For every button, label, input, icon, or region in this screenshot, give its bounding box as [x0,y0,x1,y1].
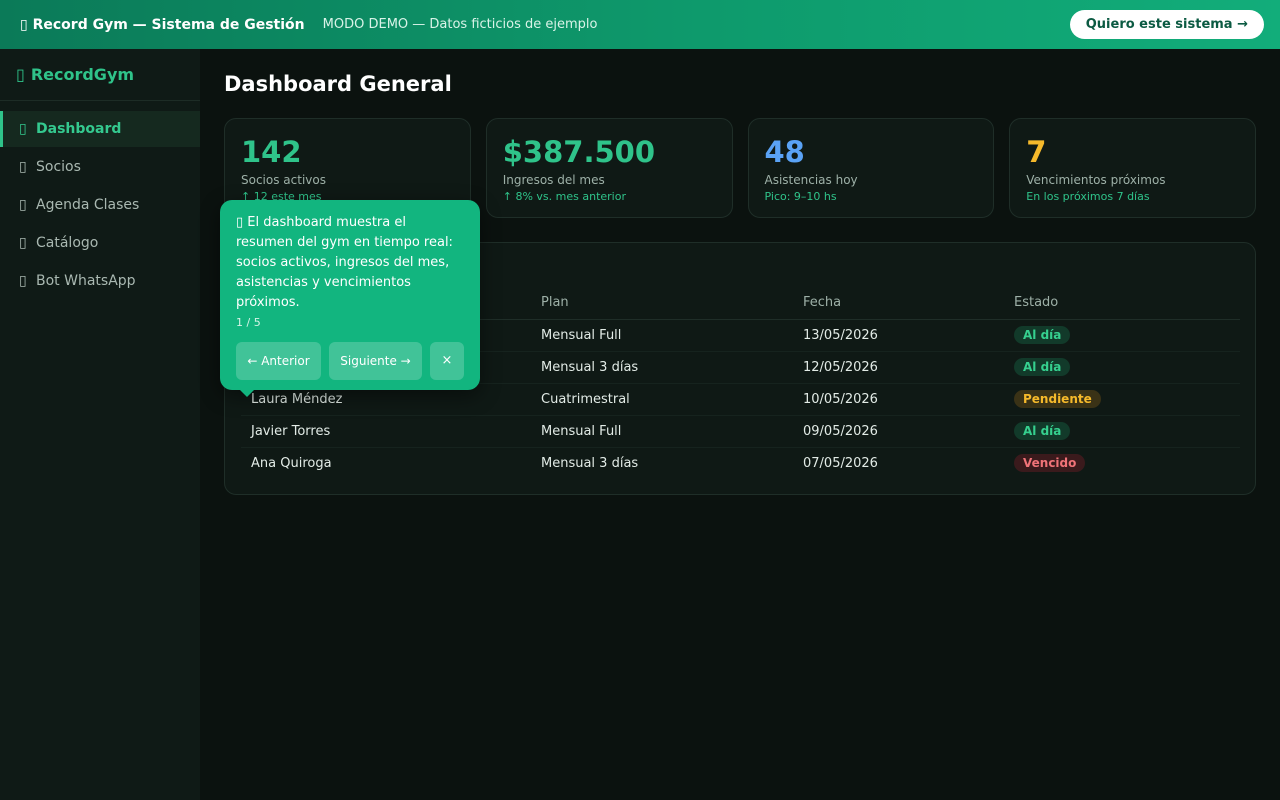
cell-name: Javier Torres [241,415,531,448]
tour-step-counter: 1 / 5 [236,316,261,329]
sidebar-item-label: Catálogo [36,235,99,251]
cell-status: Al día [1004,319,1240,352]
cell-date: 12/05/2026 [793,351,1004,384]
status-badge: Vencido [1014,454,1086,473]
cell-date: 13/05/2026 [793,319,1004,352]
sidebar-item-agenda-clases[interactable]: ▯ Agenda Clases [0,187,200,223]
sidebar-item-dashboard[interactable]: ▯ Dashboard [0,111,200,147]
column-header-date: Fecha [793,287,1004,320]
cell-plan: Cuatrimestral [531,383,793,416]
tour-previous-button[interactable]: ← Anterior [236,342,321,380]
sidebar-item-catalogo[interactable]: ▯ Catálogo [0,225,200,261]
chart-icon: ▯ [236,215,244,230]
brand-dumbbell-icon: ▯ [16,65,25,84]
dumbbell-icon: ▯ [20,16,28,33]
stat-value: 142 [241,135,302,169]
stat-sub: Pico: 9–10 hs [764,190,837,203]
column-header-plan: Plan [531,287,793,320]
sidebar-item-label: Dashboard [36,121,122,137]
top-bar: ▯ Record Gym — Sistema de Gestión MODO D… [0,0,1280,49]
stat-label: Asistencias hoy [764,173,858,187]
cell-status: Vencido [1004,447,1240,479]
users-icon: ▯ [19,159,27,175]
status-badge: Al día [1014,422,1071,440]
sidebar-item-label: Socios [36,159,81,175]
calendar-icon: ▯ [19,197,27,213]
sidebar-item-label: Agenda Clases [36,197,140,213]
cell-plan: Mensual Full [531,319,793,352]
sidebar-brand: ▯ RecordGym [0,49,200,101]
dashboard-icon: ▯ [19,121,27,137]
cell-date: 07/05/2026 [803,455,878,471]
column-header-status: Estado [1004,287,1240,320]
stat-card-monthly-income: $387.500 Ingresos del mes ↑ 8% vs. mes a… [485,118,733,218]
cell-status: Al día [1004,415,1240,448]
stat-card-attendance-today: 48 Asistencias hoy Pico: 9–10 hs [747,118,995,218]
stat-value: $387.500 [502,135,656,169]
stat-label: Vencimientos próximos [1026,173,1166,187]
cell-name: Ana Quiroga [251,455,332,471]
stat-label: Ingresos del mes [502,173,605,187]
cell-plan: Mensual 3 días [531,351,793,384]
sidebar: ▯ RecordGym ▯ Dashboard ▯ Socios ▯ Agend… [0,49,200,800]
cell-date: 10/05/2026 [793,383,1004,416]
stat-label: Socios activos [241,173,326,187]
tour-tooltip: ▯ El dashboard muestra el resumen del gy… [220,200,480,397]
page-title: Dashboard General [224,72,452,96]
tour-message-text: El dashboard muestra el resumen del gym … [236,215,453,310]
cell-status: Pendiente [1004,383,1240,416]
cell-plan: Mensual 3 días [541,455,639,471]
demo-notice: MODO DEMO — Datos ficticios de ejemplo [322,17,598,32]
stat-sub: ↑ 8% vs. mes anterior [502,190,626,203]
app-title: ▯ Record Gym — Sistema de Gestión [20,17,305,33]
stat-sub: En los próximos 7 días [1026,190,1150,203]
app-title-text: Record Gym — Sistema de Gestión [32,16,305,33]
cell-date: 09/05/2026 [793,415,1004,448]
tour-next-button[interactable]: Siguiente → [329,342,422,380]
stat-card-upcoming-expirations: 7 Vencimientos próximos En los próximos … [1009,118,1256,218]
status-badge: Al día [1014,326,1071,344]
tour-buttons: ← Anterior Siguiente → × [236,342,464,380]
sidebar-nav: ▯ Dashboard ▯ Socios ▯ Agenda Clases ▯ C… [0,111,200,299]
brand-name: RecordGym [30,65,135,84]
catalog-icon: ▯ [19,235,27,251]
table-row[interactable]: Ana Quiroga Mensual 3 días 07/05/2026 Ve… [241,447,1240,479]
chat-icon: ▯ [19,273,27,289]
stat-value: 48 [764,135,805,169]
tour-close-button[interactable]: × [430,342,464,380]
want-system-button[interactable]: Quiero este sistema → [1069,10,1264,39]
cell-status: Al día [1004,351,1240,384]
sidebar-item-socios[interactable]: ▯ Socios [0,149,200,185]
tour-message: ▯ El dashboard muestra el resumen del gy… [236,213,464,313]
sidebar-item-label: Bot WhatsApp [36,273,136,289]
status-badge: Al día [1014,358,1071,376]
sidebar-item-bot-whatsapp[interactable]: ▯ Bot WhatsApp [0,263,200,299]
stat-value: 7 [1026,135,1047,169]
cell-plan: Mensual Full [531,415,793,448]
status-badge: Pendiente [1014,390,1101,408]
table-row[interactable]: Javier Torres Mensual Full 09/05/2026 Al… [241,415,1240,448]
